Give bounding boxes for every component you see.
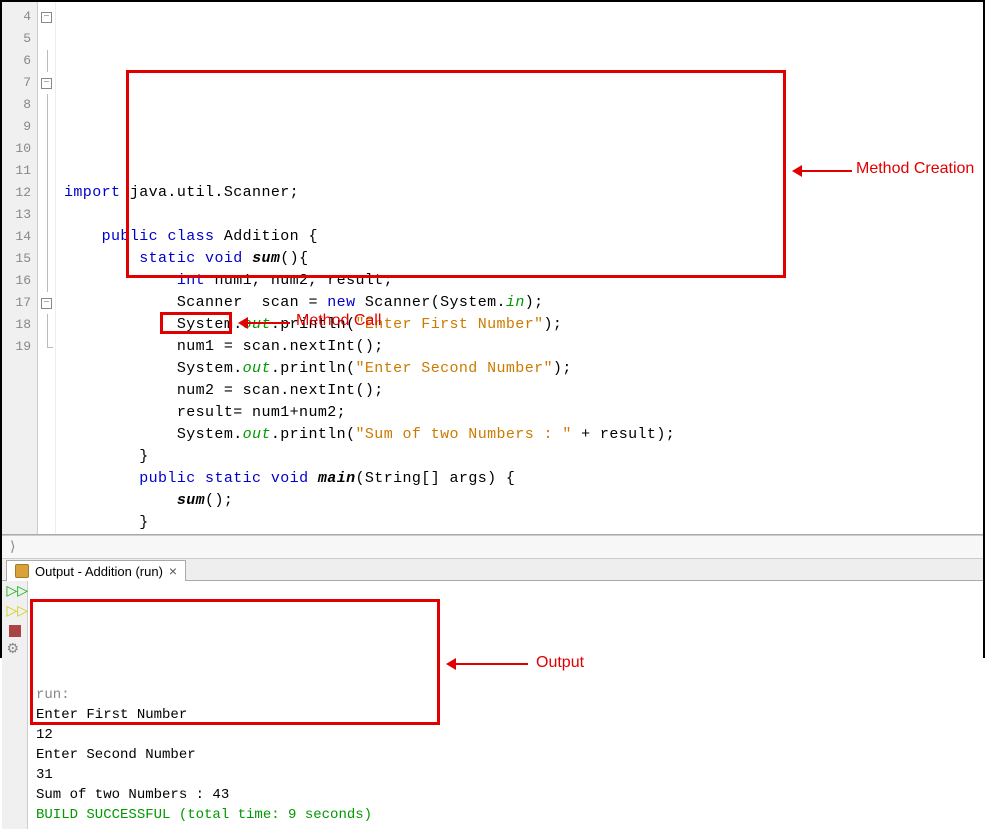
line-number: 5 <box>2 28 37 50</box>
code-line[interactable]: int num1, num2, result; <box>64 270 983 292</box>
code-line[interactable]: sum(); <box>64 490 983 512</box>
line-number: 9 <box>2 116 37 138</box>
line-number: 6 <box>2 50 37 72</box>
fold-marker <box>38 204 55 226</box>
code-line[interactable]: } <box>64 446 983 468</box>
close-icon[interactable]: × <box>169 563 177 579</box>
code-line[interactable]: num1 = scan.nextInt(); <box>64 336 983 358</box>
output-label: Output <box>536 653 584 673</box>
code-line[interactable]: result= num1+num2; <box>64 402 983 424</box>
code-line[interactable]: System.out.println("Sum of two Numbers :… <box>64 424 983 446</box>
rerun-alt-icon[interactable]: ▷▷ <box>7 605 23 621</box>
fold-marker[interactable]: − <box>38 292 55 314</box>
output-line: BUILD SUCCESSFUL (total time: 9 seconds) <box>36 805 975 825</box>
code-line[interactable]: static void sum(){ <box>64 248 983 270</box>
code-area[interactable]: Method Creation Method Call import java.… <box>56 2 983 534</box>
fold-marker <box>38 270 55 292</box>
code-line[interactable]: public static void main(String[] args) { <box>64 468 983 490</box>
line-number: 17 <box>2 292 37 314</box>
output-line: 12 <box>36 725 975 745</box>
fold-marker <box>38 314 55 336</box>
output-line: Enter Second Number <box>36 745 975 765</box>
output-line: 31 <box>36 765 975 785</box>
fold-marker <box>38 336 55 358</box>
line-number: 13 <box>2 204 37 226</box>
fold-marker <box>38 226 55 248</box>
code-line[interactable]: } <box>64 512 983 534</box>
output-panel: Output - Addition (run) × ▷▷ ▷▷ ⚙ Output… <box>2 559 983 759</box>
stop-icon[interactable] <box>9 625 21 637</box>
output-tab-row: Output - Addition (run) × <box>2 559 983 581</box>
output-tab[interactable]: Output - Addition (run) × <box>6 560 186 581</box>
fold-marker <box>38 248 55 270</box>
fold-marker <box>38 138 55 160</box>
code-line[interactable]: public class Addition { <box>64 226 983 248</box>
output-line: run: <box>36 685 975 705</box>
code-line[interactable]: System.out.println("Enter First Number")… <box>64 314 983 336</box>
fold-column[interactable]: − − − <box>38 2 56 534</box>
code-editor[interactable]: 45678910111213141516171819 − − − Method Cr… <box>2 2 983 535</box>
fold-marker <box>38 182 55 204</box>
output-arrow <box>448 663 528 665</box>
line-number: 18 <box>2 314 37 336</box>
line-number: 14 <box>2 226 37 248</box>
output-text[interactable]: Output run:Enter First Number12Enter Sec… <box>28 581 983 829</box>
output-toolbar: ▷▷ ▷▷ ⚙ <box>2 581 28 829</box>
fold-marker <box>38 28 55 50</box>
output-line: Enter First Number <box>36 705 975 725</box>
line-number: 16 <box>2 270 37 292</box>
rerun-icon[interactable]: ▷▷ <box>7 585 23 601</box>
code-line[interactable]: System.out.println("Enter Second Number"… <box>64 358 983 380</box>
output-icon <box>15 564 29 578</box>
code-line[interactable]: Scanner scan = new Scanner(System.in); <box>64 292 983 314</box>
output-tab-title: Output - Addition (run) <box>35 564 163 579</box>
method-creation-arrow <box>794 170 852 172</box>
line-number-gutter: 45678910111213141516171819 <box>2 2 38 534</box>
line-number: 4 <box>2 6 37 28</box>
code-line[interactable]: import java.util.Scanner; <box>64 182 983 204</box>
method-creation-label: Method Creation <box>856 160 974 178</box>
settings-icon[interactable]: ⚙ <box>7 641 23 657</box>
line-number: 7 <box>2 72 37 94</box>
fold-marker <box>38 116 55 138</box>
output-line: Sum of two Numbers : 43 <box>36 785 975 805</box>
line-number: 19 <box>2 336 37 358</box>
fold-marker <box>38 50 55 72</box>
fold-marker[interactable]: − <box>38 6 55 28</box>
line-number: 15 <box>2 248 37 270</box>
line-number: 10 <box>2 138 37 160</box>
fold-marker <box>38 160 55 182</box>
line-number: 8 <box>2 94 37 116</box>
fold-marker[interactable]: − <box>38 72 55 94</box>
line-number: 11 <box>2 160 37 182</box>
code-line[interactable]: num2 = scan.nextInt(); <box>64 380 983 402</box>
fold-marker <box>38 94 55 116</box>
code-line[interactable] <box>64 204 983 226</box>
line-number: 12 <box>2 182 37 204</box>
breadcrumb[interactable]: ⟩ <box>2 535 983 559</box>
